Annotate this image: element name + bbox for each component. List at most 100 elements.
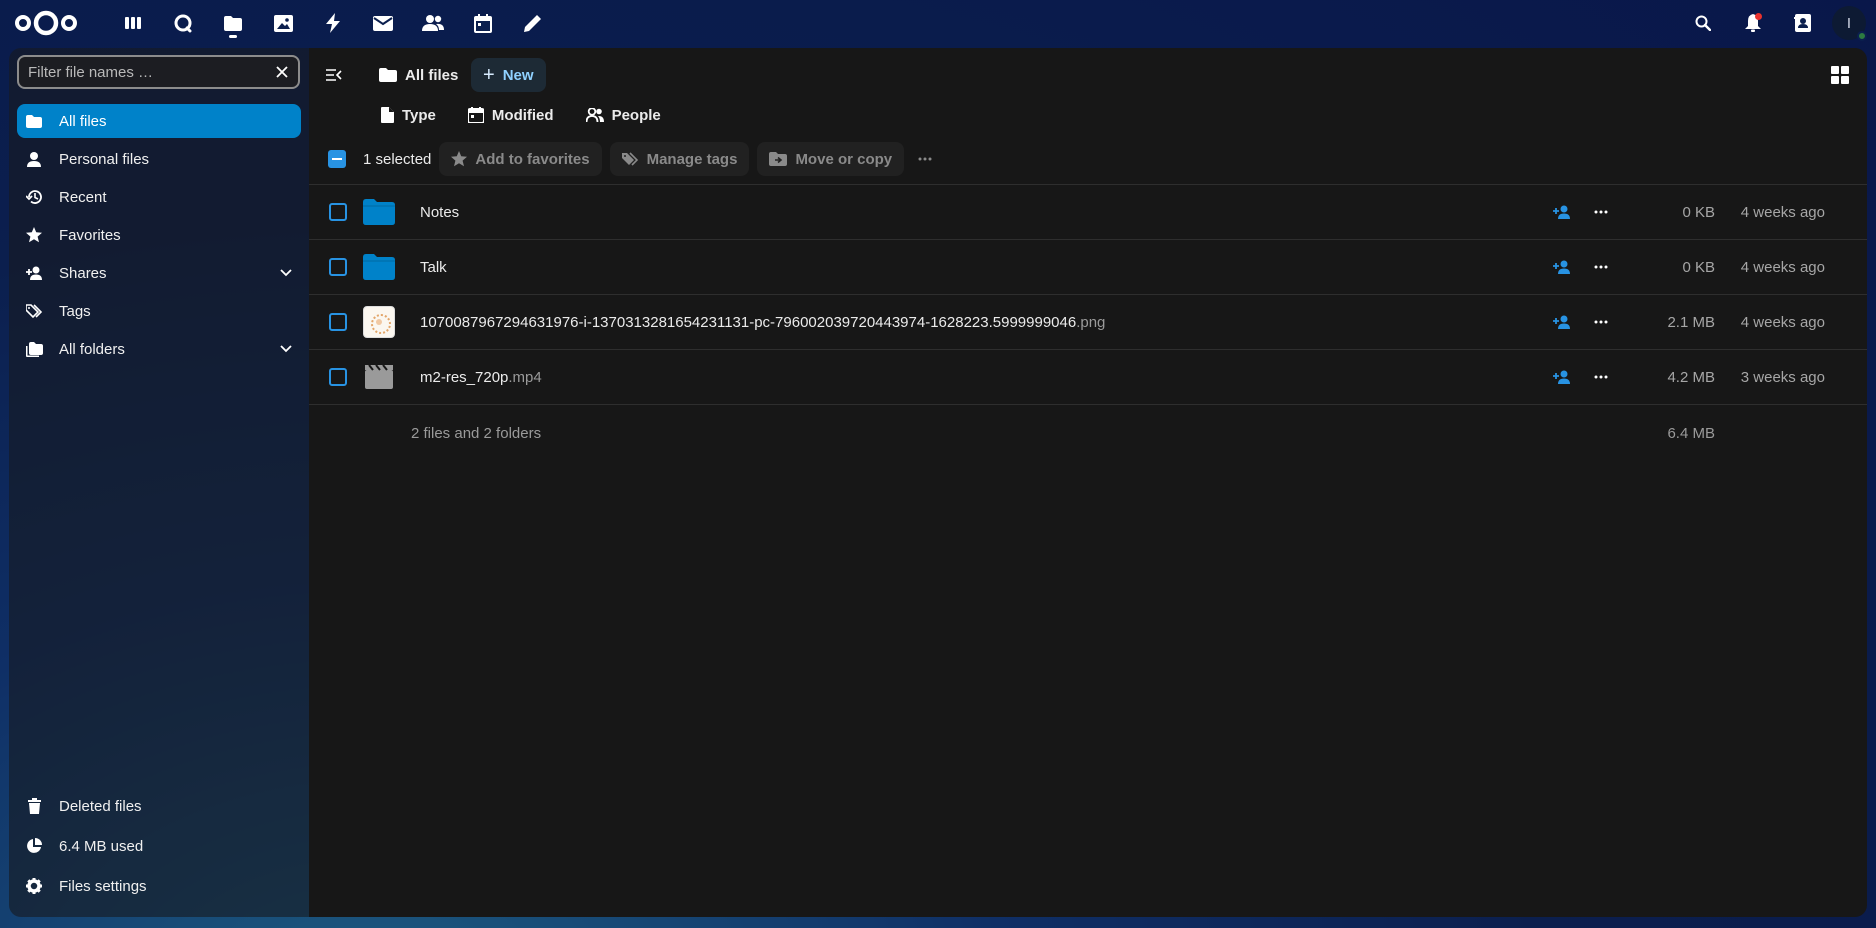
nav-item-label: Deleted files	[59, 797, 142, 815]
clear-filter-icon[interactable]	[266, 57, 298, 87]
app-menu	[108, 0, 558, 46]
share-icon[interactable]	[1547, 362, 1577, 392]
nav-item-all-folders[interactable]: All folders	[17, 332, 301, 366]
folder-move-icon	[769, 152, 788, 166]
grid-view-icon[interactable]	[1825, 60, 1855, 90]
table-row[interactable]: 1070087967294631976-i-137031328165423113…	[309, 295, 1867, 350]
files-navigation: All files Personal files Recent Favorite…	[9, 48, 309, 917]
row-checkbox[interactable]	[329, 368, 347, 386]
pencil-icon[interactable]	[508, 0, 558, 46]
nav-item-label: Shares	[59, 264, 107, 282]
nav-item-label: Personal files	[59, 150, 150, 168]
breadcrumb-all-files[interactable]: All files	[369, 58, 468, 92]
files-summary: 2 files and 2 folders 6.4 MB	[309, 405, 1867, 461]
trash-icon	[25, 797, 43, 815]
move-or-copy-button[interactable]: Move or copy	[757, 142, 905, 176]
table-row[interactable]: Talk 0 KB 4 weeks ago	[309, 240, 1867, 295]
filter-type-button[interactable]: Type	[369, 98, 448, 132]
file-size: 2.1 MB	[1667, 313, 1715, 331]
more-actions-icon[interactable]	[908, 142, 942, 176]
summary-total-size: 6.4 MB	[1667, 424, 1715, 442]
file-icon	[381, 107, 394, 123]
new-button-label: New	[502, 66, 534, 84]
nav-item-label: Favorites	[59, 226, 121, 244]
row-actions-menu-icon[interactable]	[1586, 252, 1616, 282]
quota-label: 6.4 MB used	[59, 837, 144, 855]
nav-item-label: Recent	[59, 188, 107, 206]
nav-item-shares[interactable]: Shares	[17, 256, 301, 290]
filter-people-label: People	[611, 106, 661, 124]
header-right: I	[1678, 0, 1876, 46]
new-button[interactable]: + New	[471, 58, 546, 92]
calendar-icon[interactable]	[458, 0, 508, 46]
nav-item-files-settings[interactable]: Files settings	[17, 869, 301, 903]
file-modified: 4 weeks ago	[1740, 203, 1825, 221]
table-row[interactable]: m2-res_720p.mp4 4.2 MB 3 weeks ago	[309, 350, 1867, 405]
nav-item-favorites[interactable]: Favorites	[17, 218, 301, 252]
search-icon[interactable]	[1678, 0, 1728, 46]
select-all-checkbox[interactable]	[328, 150, 346, 168]
file-size: 0 KB	[1682, 258, 1715, 276]
filter-file-names-input[interactable]	[28, 63, 266, 81]
chevron-down-icon[interactable]	[271, 334, 301, 364]
tags-icon	[621, 151, 638, 166]
plus-icon: +	[483, 64, 495, 86]
share-icon	[25, 264, 43, 282]
row-checkbox[interactable]	[329, 313, 347, 331]
files-table: Notes 0 KB 4 weeks ago Talk 0 KB 4 weeks…	[309, 184, 1867, 461]
nav-item-tags[interactable]: Tags	[17, 294, 301, 328]
video-icon	[363, 361, 395, 393]
file-basename: 1070087967294631976-i-137031328165423113…	[420, 313, 1077, 331]
row-actions-menu-icon[interactable]	[1586, 197, 1616, 227]
navigation-footer: Deleted files 6.4 MB used Files settings	[17, 789, 301, 907]
notifications-bell-icon[interactable]	[1728, 0, 1778, 46]
folders-icon	[25, 340, 43, 358]
photos-icon[interactable]	[258, 0, 308, 46]
add-to-favorites-label: Add to favorites	[475, 150, 590, 168]
storage-quota: 6.4 MB used	[17, 827, 301, 865]
activity-icon[interactable]	[308, 0, 358, 46]
dashboard-icon[interactable]	[108, 0, 158, 46]
contacts-icon[interactable]	[408, 0, 458, 46]
chevron-down-icon[interactable]	[271, 258, 301, 288]
files-icon[interactable]	[208, 0, 258, 46]
nav-item-personal-files[interactable]: Personal files	[17, 142, 301, 176]
add-to-favorites-button[interactable]: Add to favorites	[439, 142, 602, 176]
file-basename: Talk	[420, 258, 447, 276]
talk-icon[interactable]	[158, 0, 208, 46]
row-actions-menu-icon[interactable]	[1586, 307, 1616, 337]
contacts-menu-icon[interactable]	[1778, 0, 1828, 46]
file-name[interactable]: 1070087967294631976-i-137031328165423113…	[420, 314, 1105, 331]
share-icon[interactable]	[1547, 197, 1577, 227]
row-checkbox[interactable]	[329, 203, 347, 221]
filter-people-button[interactable]: People	[574, 98, 673, 132]
selected-count: 1 selected	[363, 150, 432, 168]
share-icon[interactable]	[1547, 252, 1577, 282]
breadcrumb-label: All files	[405, 66, 459, 84]
file-size: 0 KB	[1682, 203, 1715, 221]
row-checkbox[interactable]	[329, 258, 347, 276]
nextcloud-logo[interactable]	[14, 9, 78, 37]
star-icon	[25, 226, 43, 244]
file-name[interactable]: Talk	[420, 259, 447, 276]
folder-icon	[379, 68, 397, 82]
filter-modified-button[interactable]: Modified	[456, 98, 566, 132]
avatar-initial: I	[1846, 14, 1852, 32]
file-name[interactable]: m2-res_720p.mp4	[420, 369, 542, 386]
file-name[interactable]: Notes	[420, 204, 459, 221]
tags-icon	[25, 302, 43, 320]
nav-item-deleted-files[interactable]: Deleted files	[17, 789, 301, 823]
user-avatar[interactable]: I	[1832, 6, 1867, 41]
nav-item-all-files[interactable]: All files	[17, 104, 301, 138]
manage-tags-button[interactable]: Manage tags	[609, 142, 750, 176]
row-actions-menu-icon[interactable]	[1586, 362, 1616, 392]
share-icon[interactable]	[1547, 307, 1577, 337]
nav-item-label: All folders	[59, 340, 125, 358]
mail-icon[interactable]	[358, 0, 408, 46]
nav-item-recent[interactable]: Recent	[17, 180, 301, 214]
toggle-navigation-icon[interactable]	[317, 58, 351, 92]
table-row[interactable]: Notes 0 KB 4 weeks ago	[309, 185, 1867, 240]
files-toolbar: All files + New	[309, 56, 1867, 94]
file-filters: Type Modified People	[369, 98, 681, 132]
move-or-copy-label: Move or copy	[795, 150, 893, 168]
